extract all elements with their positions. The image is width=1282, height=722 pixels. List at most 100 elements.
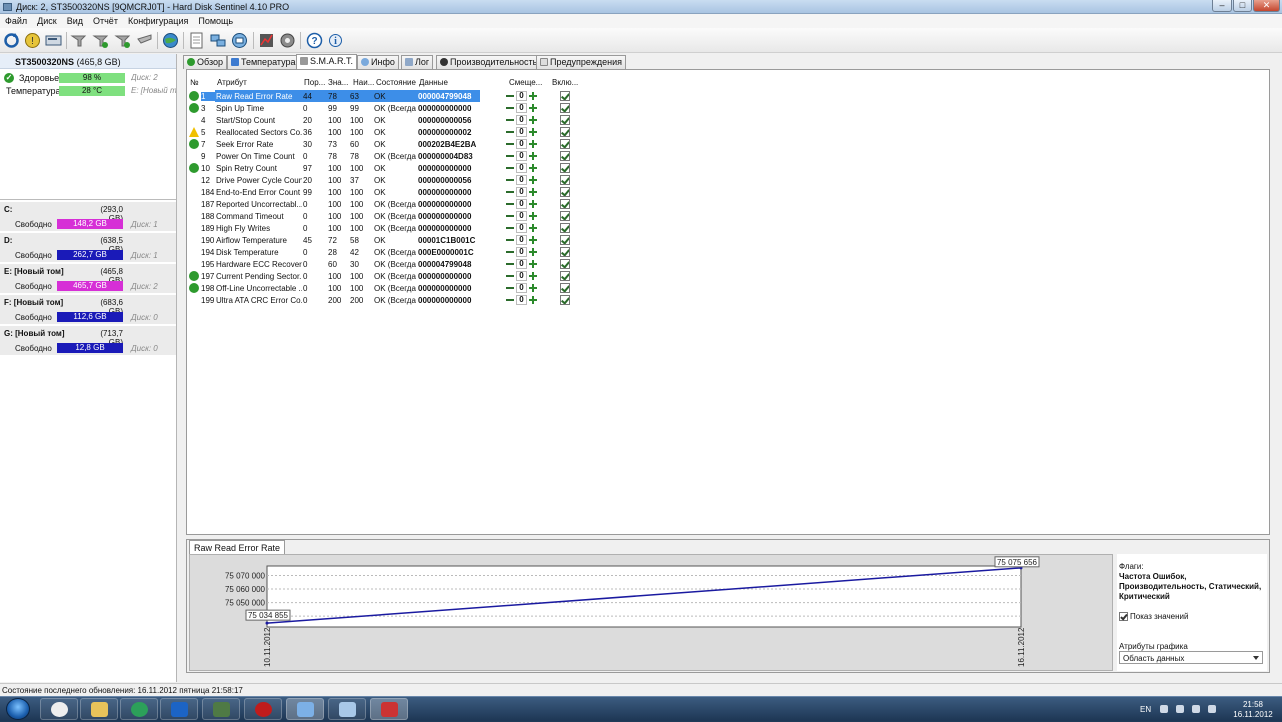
menu-report[interactable]: Отчёт xyxy=(88,14,123,26)
table-row[interactable]: 195 Hardware ECC Recovered 0 60 30 OK (Всегда… xyxy=(187,258,787,270)
warning-disk-icon[interactable]: ! xyxy=(23,31,42,50)
help-icon[interactable]: ? xyxy=(305,31,324,50)
increase-offset-button[interactable] xyxy=(529,224,537,232)
enabled-checkbox[interactable] xyxy=(560,175,570,185)
network2-icon[interactable] xyxy=(230,31,249,50)
col-status[interactable]: Состояние xyxy=(376,78,416,87)
offset-value[interactable]: 0 xyxy=(516,235,527,245)
tool3-icon[interactable] xyxy=(113,31,132,50)
volume-f[interactable]: F: [Новый том](683,6 GB) Свободно 112,6 … xyxy=(0,295,176,325)
tab-overview[interactable]: Обзор xyxy=(183,55,227,69)
tray-icon-3[interactable] xyxy=(1192,705,1200,713)
info-icon[interactable]: i xyxy=(326,31,345,50)
language-indicator[interactable]: EN xyxy=(1140,705,1151,714)
offset-value[interactable]: 0 xyxy=(516,271,527,281)
chart-icon[interactable] xyxy=(257,31,276,50)
enabled-checkbox[interactable] xyxy=(560,187,570,197)
decrease-offset-button[interactable] xyxy=(506,164,514,172)
clock[interactable]: 21:58 16.11.2012 xyxy=(1228,700,1278,720)
table-row[interactable]: 188Command Timeout0100100OK (Всегда...00… xyxy=(187,210,787,222)
volume-icon[interactable] xyxy=(1208,705,1216,713)
col-enabled[interactable]: Вклю... xyxy=(552,78,578,87)
table-row[interactable]: 5 Reallocated Sectors Co... 36 100 100 OK 0000… xyxy=(187,126,787,138)
decrease-offset-button[interactable] xyxy=(506,272,514,280)
tool-icon[interactable] xyxy=(69,31,88,50)
volume-c[interactable]: C:(293,0 GB) Свободно 148,2 GB Диск: 1 xyxy=(0,202,176,232)
increase-offset-button[interactable] xyxy=(529,104,537,112)
decrease-offset-button[interactable] xyxy=(506,104,514,112)
taskbar-explorer[interactable] xyxy=(80,698,118,720)
table-row[interactable]: 187 Reported Uncorrectabl... 0 100 100 OK (Вс… xyxy=(187,198,787,210)
col-no[interactable]: № xyxy=(190,78,199,87)
offset-value[interactable]: 0 xyxy=(516,283,527,293)
table-row[interactable]: 7 Seek Error Rate 30 73 60 OK 000202B4E2BA 0 xyxy=(187,138,787,150)
decrease-offset-button[interactable] xyxy=(506,152,514,160)
enabled-checkbox[interactable] xyxy=(560,151,570,161)
table-row[interactable]: 198 Off-Line Uncorrectable ... 0 100 100 OK (… xyxy=(187,282,787,294)
increase-offset-button[interactable] xyxy=(529,248,537,256)
table-row[interactable]: 1 Raw Read Error Rate 44 78 63 OK 000004799048… xyxy=(187,90,787,102)
tool4-icon[interactable] xyxy=(135,31,154,50)
taskbar-app-8[interactable] xyxy=(328,698,366,720)
increase-offset-button[interactable] xyxy=(529,152,537,160)
table-row[interactable]: 10 Spin Retry Count 97 100 100 OK 000000000000… xyxy=(187,162,787,174)
offset-value[interactable]: 0 xyxy=(516,91,527,101)
increase-offset-button[interactable] xyxy=(529,164,537,172)
decrease-offset-button[interactable] xyxy=(506,128,514,136)
decrease-offset-button[interactable] xyxy=(506,116,514,124)
volume-e[interactable]: E: [Новый том](465,8 GB) Свободно 465,7 … xyxy=(0,264,176,294)
decrease-offset-button[interactable] xyxy=(506,188,514,196)
graph-attrs-select[interactable]: Область данных xyxy=(1119,651,1263,664)
enabled-checkbox[interactable] xyxy=(560,139,570,149)
table-row[interactable]: 194Disk Temperature02842OK (Всегда...000… xyxy=(187,246,787,258)
col-worst[interactable]: Наи... xyxy=(353,78,374,87)
enabled-checkbox[interactable] xyxy=(560,283,570,293)
decrease-offset-button[interactable] xyxy=(506,248,514,256)
table-row[interactable]: 197 Current Pending Sector... 0 100 100 OK (В… xyxy=(187,270,787,282)
col-threshold[interactable]: Пор... xyxy=(304,78,325,87)
taskbar-app-1[interactable] xyxy=(40,698,78,720)
increase-offset-button[interactable] xyxy=(529,128,537,136)
enabled-checkbox[interactable] xyxy=(560,235,570,245)
taskbar-app-4[interactable] xyxy=(160,698,198,720)
increase-offset-button[interactable] xyxy=(529,176,537,184)
enabled-checkbox[interactable] xyxy=(560,163,570,173)
increase-offset-button[interactable] xyxy=(529,236,537,244)
increase-offset-button[interactable] xyxy=(529,260,537,268)
decrease-offset-button[interactable] xyxy=(506,260,514,268)
enabled-checkbox[interactable] xyxy=(560,91,570,101)
table-row[interactable]: 184 End-to-End Error Count 99 100 100 OK 00000… xyxy=(187,186,787,198)
offset-value[interactable]: 0 xyxy=(516,259,527,269)
start-button[interactable] xyxy=(6,698,30,720)
offset-value[interactable]: 0 xyxy=(516,127,527,137)
enabled-checkbox[interactable] xyxy=(560,271,570,281)
tool2-icon[interactable] xyxy=(91,31,110,50)
offset-value[interactable]: 0 xyxy=(516,211,527,221)
offset-value[interactable]: 0 xyxy=(516,139,527,149)
graph-tab[interactable]: Raw Read Error Rate xyxy=(189,540,286,554)
decrease-offset-button[interactable] xyxy=(506,140,514,148)
table-row[interactable]: 12 Drive Power Cycle Count 20 100 37 OK 000000… xyxy=(187,174,787,186)
menu-disk[interactable]: Диск xyxy=(32,14,62,26)
tab-performance[interactable]: Производительность xyxy=(436,55,542,69)
decrease-offset-button[interactable] xyxy=(506,284,514,292)
increase-offset-button[interactable] xyxy=(529,272,537,280)
decrease-offset-button[interactable] xyxy=(506,224,514,232)
enabled-checkbox[interactable] xyxy=(560,103,570,113)
enabled-checkbox[interactable] xyxy=(560,223,570,233)
offset-value[interactable]: 0 xyxy=(516,151,527,161)
minimize-button[interactable]: – xyxy=(1212,0,1232,12)
offset-value[interactable]: 0 xyxy=(516,115,527,125)
enabled-checkbox[interactable] xyxy=(560,199,570,209)
decrease-offset-button[interactable] xyxy=(506,236,514,244)
network-icon[interactable] xyxy=(208,31,227,50)
taskbar-app-6[interactable] xyxy=(244,698,282,720)
table-row[interactable]: 199 Ultra ATA CRC Error Co... 0 200 200 OK (В… xyxy=(187,294,787,306)
tray-icon-1[interactable] xyxy=(1160,705,1168,713)
volume-d[interactable]: D:(638,5 GB) Свободно 262,7 GB Диск: 1 xyxy=(0,233,176,263)
show-values-checkbox[interactable]: Показ значений xyxy=(1119,612,1188,621)
offset-value[interactable]: 0 xyxy=(516,247,527,257)
tab-info[interactable]: Инфо xyxy=(357,55,399,69)
offset-value[interactable]: 0 xyxy=(516,103,527,113)
offset-value[interactable]: 0 xyxy=(516,295,527,305)
